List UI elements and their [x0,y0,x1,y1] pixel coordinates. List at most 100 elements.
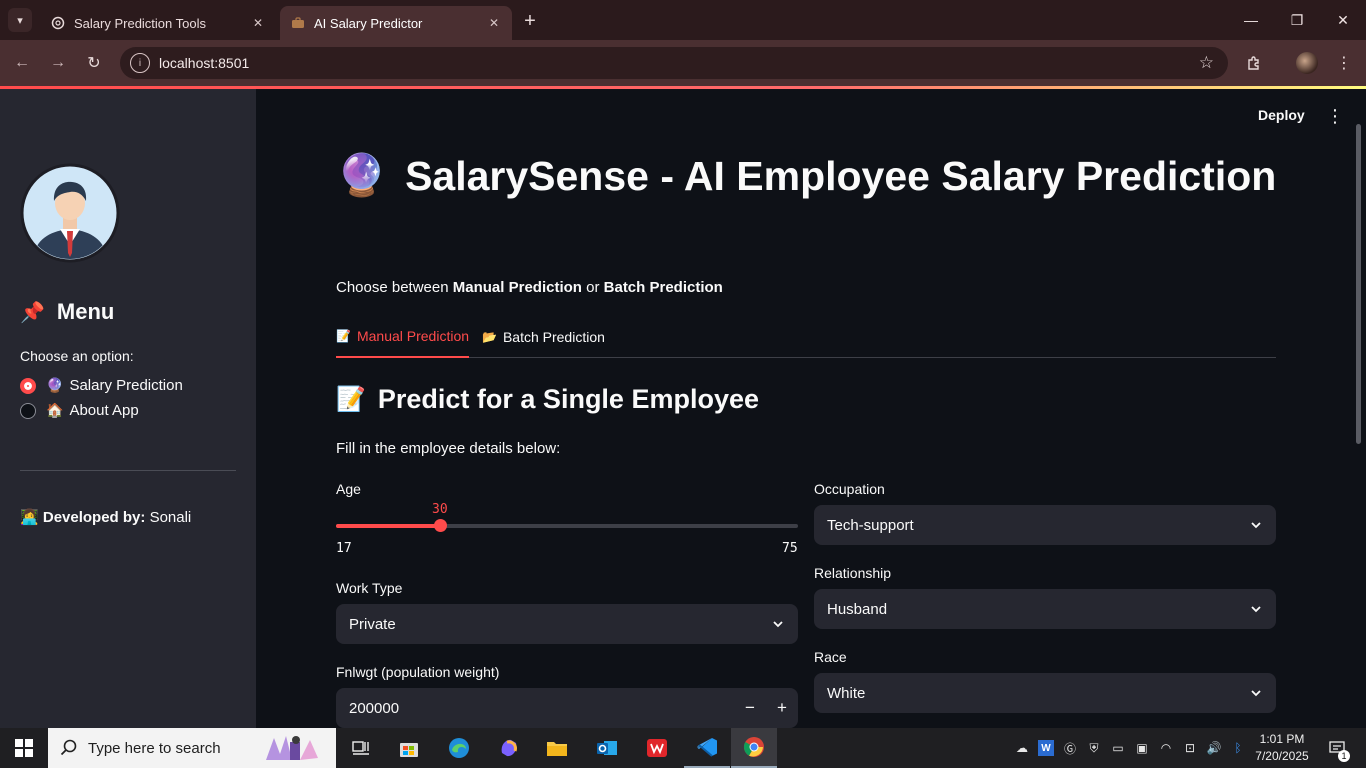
word-icon[interactable]: W [1038,740,1054,756]
bluetooth-icon[interactable]: ᛒ [1230,740,1246,756]
section-title: 📝 Predict for a Single Employee [336,384,759,415]
age-label: Age [336,481,361,497]
reload-icon[interactable]: ↻ [82,51,106,75]
deploy-button[interactable]: Deploy [1258,107,1305,123]
fill-instructions: Fill in the employee details below: [336,440,561,457]
outlook-icon[interactable] [584,728,630,768]
file-explorer-icon[interactable] [534,728,580,768]
fnlwgt-value[interactable]: 200000 [336,700,734,717]
windows-taskbar: Type here to search ☁ W Ⓖ ⛨ ▭ ▣ ◠ ⊡ 🔊 ᛒ … [0,728,1366,768]
browser-tab-salary-tools[interactable]: Salary Prediction Tools ✕ [40,6,276,40]
grammarly-icon[interactable]: Ⓖ [1062,740,1078,756]
close-tab-icon[interactable]: ✕ [250,15,266,31]
wifi-icon[interactable]: ◠ [1158,740,1174,756]
developed-by-label: Developed by: [42,509,146,526]
radio-selected-icon[interactable] [20,377,36,394]
bookmark-star-icon[interactable]: ☆ [1199,53,1214,73]
increment-button[interactable]: + [766,688,798,728]
close-tab-icon[interactable]: ✕ [486,15,502,31]
system-clock[interactable]: 1:01 PM 7/20/2025 [1250,731,1314,765]
wps-office-icon[interactable] [634,728,680,768]
avatar [20,163,120,263]
edge-icon[interactable] [436,728,482,768]
fnlwgt-label: Fnlwgt (population weight) [336,664,500,680]
restore-icon[interactable]: ❐ [1274,0,1320,40]
house-icon: 🏠 [46,402,64,418]
windows-start-icon[interactable] [0,728,48,768]
sidebar: 📌 Menu Choose an option: 🔮 Salary Predic… [0,89,256,728]
technologist-icon: 👩‍💻 [20,509,39,526]
chevron-down-icon[interactable] [1249,518,1263,532]
radio-label[interactable]: About App [69,402,138,419]
work-type-select[interactable]: Private [336,604,798,644]
radio-unselected-icon[interactable] [20,402,36,419]
address-bar[interactable]: i localhost:8501 ☆ [120,47,1228,79]
age-slider[interactable] [336,519,798,532]
browser-menu-icon[interactable]: ⋮ [1332,51,1356,75]
age-slider-min: 17 [336,541,352,556]
microsoft-store-icon[interactable] [386,728,432,768]
chrome-icon[interactable] [731,728,777,768]
tab-batch-prediction[interactable]: 📂 Batch Prediction [482,316,605,358]
main-menu-icon[interactable]: ⋮ [1326,106,1344,126]
crystal-ball-icon: 🔮 [46,377,64,393]
tab-title: Salary Prediction Tools [74,15,206,31]
minimize-icon[interactable]: — [1228,0,1274,40]
decrement-button[interactable]: − [734,688,766,728]
copilot-icon[interactable] [486,728,532,768]
race-select[interactable]: White [814,673,1276,713]
search-placeholder[interactable]: Type here to search [88,740,221,757]
folder-icon: 📂 [482,330,497,344]
network-icon[interactable]: ⊡ [1182,740,1198,756]
openai-icon [50,15,66,31]
tab-label[interactable]: Batch Prediction [503,329,605,345]
new-tab-icon[interactable]: + [518,9,542,33]
fnlwgt-number-input[interactable]: 200000 − + [336,688,798,728]
vscode-icon[interactable] [684,728,730,768]
age-slider-fill [336,524,440,528]
age-slider-value: 30 [432,502,448,517]
chevron-down-icon[interactable] [1249,686,1263,700]
security-shield-icon[interactable]: ⛨ [1086,740,1102,756]
prediction-tabs: 📝 Manual Prediction 📂 Batch Prediction [336,316,1276,358]
chevron-down-icon[interactable] [771,617,785,631]
radio-label[interactable]: Salary Prediction [69,377,182,394]
menu-title-text: Menu [56,299,115,324]
taskbar-search[interactable]: Type here to search [48,728,336,768]
url-text[interactable]: localhost:8501 [159,55,249,71]
site-info-icon[interactable]: i [130,53,150,73]
choose-text: Choose between Manual Prediction or Batc… [336,279,723,296]
relationship-label: Relationship [814,565,892,581]
radio-about-app[interactable]: 🏠 About App [20,402,139,419]
relationship-select[interactable]: Husband [814,589,1276,629]
battery-icon[interactable]: ▭ [1110,740,1126,756]
volume-icon[interactable]: 🔊 [1206,740,1222,756]
display-icon[interactable]: ▣ [1134,740,1150,756]
page-title-text: SalarySense - AI Employee Salary Predict… [405,152,1277,199]
browser-tab-strip: ▾ Salary Prediction Tools ✕ AI Salary Pr… [0,0,1366,40]
profile-avatar[interactable] [1296,52,1318,74]
close-window-icon[interactable]: ✕ [1320,0,1366,40]
relationship-value[interactable]: Husband [827,601,1249,618]
task-view-icon[interactable] [338,728,384,768]
race-value[interactable]: White [827,685,1249,702]
scrollbar[interactable] [1356,124,1361,444]
work-type-value[interactable]: Private [349,616,771,633]
tab-label[interactable]: Manual Prediction [357,328,469,344]
back-icon[interactable]: ← [10,51,34,75]
race-label: Race [814,649,847,665]
choose-or: or [586,279,600,296]
onedrive-icon[interactable]: ☁ [1014,740,1030,756]
extensions-icon[interactable] [1242,51,1266,75]
age-slider-thumb[interactable] [434,519,447,532]
tab-search-chevron-icon[interactable]: ▾ [8,8,32,32]
memo-icon: 📝 [336,329,351,343]
forward-icon[interactable]: → [46,51,70,75]
chevron-down-icon[interactable] [1249,602,1263,616]
occupation-value[interactable]: Tech-support [827,517,1249,534]
browser-tab-ai-salary[interactable]: AI Salary Predictor ✕ [280,6,512,40]
radio-salary-prediction[interactable]: 🔮 Salary Prediction [20,377,183,394]
clock-date: 7/20/2025 [1255,749,1309,763]
tab-manual-prediction[interactable]: 📝 Manual Prediction [336,316,470,358]
occupation-select[interactable]: Tech-support [814,505,1276,545]
